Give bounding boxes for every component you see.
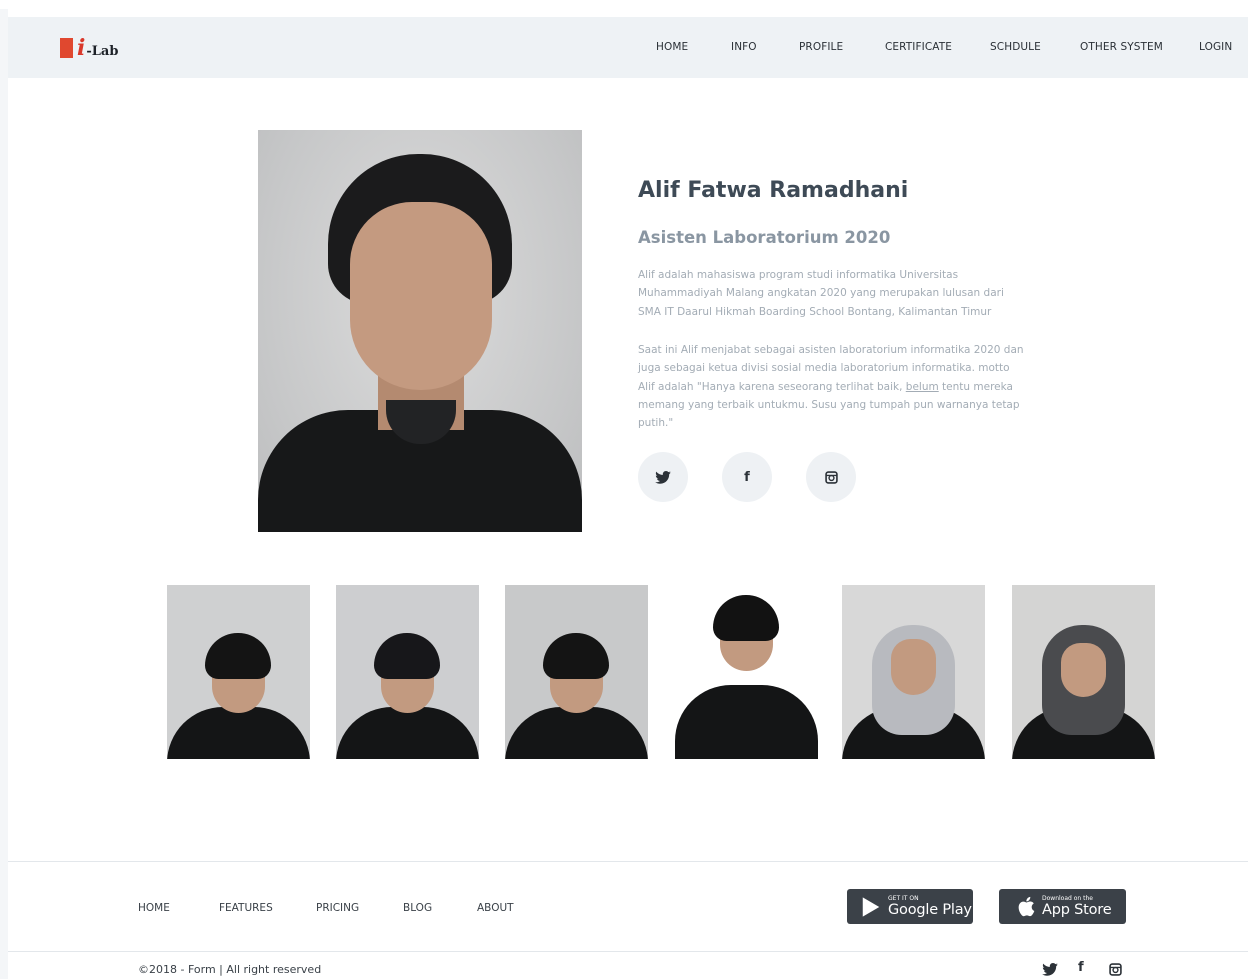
- thumb-face: [891, 639, 936, 695]
- app-store-text: Download on the App Store: [1042, 895, 1112, 918]
- bio-underlined-word: belum: [905, 380, 939, 393]
- navbar: i -Lab HOME INFO PROFILE CERTIFICATE SCH…: [8, 17, 1248, 78]
- logo[interactable]: i -Lab: [60, 35, 118, 61]
- profile-instagram-button[interactable]: [806, 452, 856, 502]
- profile-photo: [258, 130, 582, 532]
- team-member-photo-4[interactable]: [675, 585, 818, 759]
- footer-link-home[interactable]: HOME: [138, 902, 170, 914]
- footer-divider-top: [8, 861, 1248, 862]
- footer-twitter-link[interactable]: [1042, 961, 1058, 979]
- nav-profile[interactable]: PROFILE: [799, 41, 843, 53]
- nav-info[interactable]: INFO: [731, 41, 757, 53]
- profile-facebook-button[interactable]: f: [722, 452, 772, 502]
- footer-link-blog[interactable]: BLOG: [403, 902, 432, 914]
- google-play-text: GET IT ON Google Play: [888, 895, 972, 918]
- nav-schdule[interactable]: SCHDULE: [990, 41, 1041, 53]
- profile-name: Alif Fatwa Ramadhani: [638, 178, 909, 203]
- nav-login[interactable]: LOGIN: [1199, 41, 1232, 53]
- twitter-icon: [655, 470, 671, 484]
- photo-face: [350, 202, 492, 390]
- app-store-big-text: App Store: [1042, 902, 1112, 918]
- team-member-photo-1[interactable]: [167, 585, 310, 759]
- app-store-button[interactable]: Download on the App Store: [999, 889, 1126, 924]
- nav-certificate[interactable]: CERTIFICATE: [885, 41, 952, 53]
- thumb-shirt: [675, 685, 818, 759]
- footer-link-about[interactable]: ABOUT: [477, 902, 514, 914]
- facebook-icon: f: [744, 469, 750, 485]
- nav-home[interactable]: HOME: [656, 41, 688, 53]
- logo-mark-icon: [60, 38, 73, 58]
- profile-bio-paragraph-1: Alif adalah mahasiswa program studi info…: [638, 269, 1004, 318]
- google-play-big-text: Google Play: [888, 902, 972, 918]
- team-member-photo-2[interactable]: [336, 585, 479, 759]
- footer-divider-bottom: [8, 951, 1248, 952]
- instagram-icon: [1109, 963, 1122, 976]
- copyright-text: ©2018 - Form | All right reserved: [138, 963, 322, 976]
- team-member-photo-5[interactable]: [842, 585, 985, 759]
- footer-link-pricing[interactable]: PRICING: [316, 902, 359, 914]
- page-top-edge: [0, 0, 1248, 9]
- google-play-icon: [862, 896, 880, 917]
- footer-facebook-link[interactable]: f: [1078, 960, 1084, 975]
- footer-instagram-link[interactable]: [1109, 961, 1122, 979]
- nav-other-system[interactable]: OTHER SYSTEM: [1080, 41, 1163, 53]
- footer-link-features[interactable]: FEATURES: [219, 902, 273, 914]
- app-store-small-text: Download on the: [1042, 895, 1093, 902]
- logo-letter: i: [77, 35, 86, 61]
- profile-bio-paragraph-2: Saat ini Alif menjabat sebagai asisten l…: [638, 341, 1028, 432]
- team-member-photo-6[interactable]: [1012, 585, 1155, 759]
- facebook-icon: f: [1078, 960, 1084, 975]
- profile-role: Asisten Laboratorium 2020: [638, 228, 891, 247]
- team-member-photo-3[interactable]: [505, 585, 648, 759]
- profile-twitter-button[interactable]: [638, 452, 688, 502]
- left-gutter: [0, 9, 8, 979]
- google-play-button[interactable]: GET IT ON Google Play: [847, 889, 973, 924]
- google-play-small-text: GET IT ON: [888, 895, 919, 902]
- logo-text: -Lab: [86, 43, 119, 59]
- instagram-icon: [824, 470, 838, 484]
- twitter-icon: [1042, 963, 1058, 976]
- thumb-face: [1061, 643, 1106, 697]
- apple-icon: [1018, 896, 1035, 917]
